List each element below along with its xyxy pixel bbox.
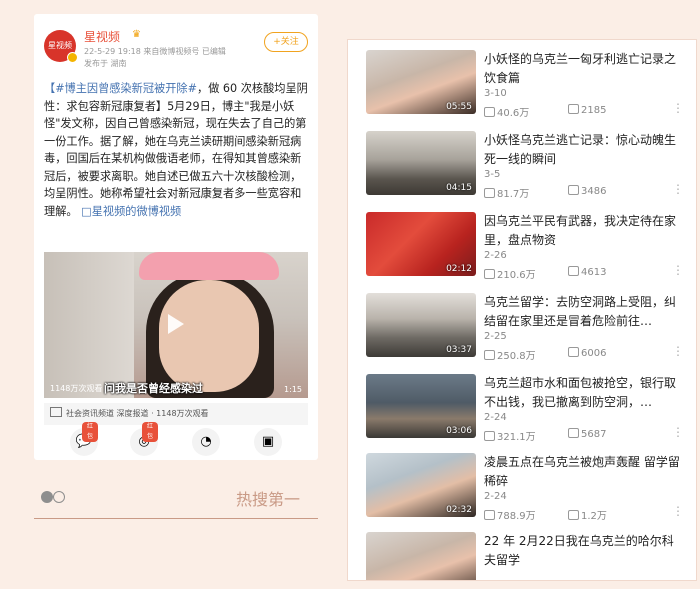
video-date: 3-10 <box>484 88 507 99</box>
weibo-post-card: 星视频 星视频 ♛ 22-5-29 19:18 来自微博视频号 已编辑 发布于 … <box>34 14 318 460</box>
video-thumbnail[interactable]: 02:12 <box>366 212 476 276</box>
video-duration: 02:32 <box>446 505 472 515</box>
post-text: ，做 60 次核酸均呈阴性：求包容新冠康复者】5月29日，博主"我是小妖怪"发文… <box>44 82 308 218</box>
play-count-icon <box>484 510 495 520</box>
post-location: 发布于 湖南 <box>84 59 127 68</box>
video-comments: 4613 <box>568 266 606 278</box>
wechat-share-button[interactable]: 💬 红包 <box>70 422 98 456</box>
video-list-item[interactable]: 04:15 小妖怪乌克兰逃亡记录：惊心动魄生死一线的瞬间 3-5 81.7万 3486 ⋮ <box>366 131 686 200</box>
video-date: 2-25 <box>484 331 507 342</box>
qq-share-button[interactable]: ◔ <box>192 428 220 456</box>
video-subtitle: 问我是否曾经感染过 <box>104 382 203 395</box>
video-person-headband <box>139 252 279 280</box>
qq-icon: ◔ <box>200 434 212 449</box>
video-views: 81.7万 <box>484 185 529 200</box>
moments-share-button[interactable]: ◎ 红包 <box>130 422 158 456</box>
save-icon: ▣ <box>261 434 275 449</box>
video-thumbnail[interactable]: 04:15 <box>366 131 476 195</box>
video-title[interactable]: 乌克兰留学：去防空洞路上受阻，纠结留在家里还是冒着危险前往… <box>484 293 680 331</box>
video-views: 321.1万 <box>484 428 536 443</box>
dot-filled-icon <box>41 491 53 503</box>
red-packet-badge: 红包 <box>82 422 98 442</box>
video-thumbnail[interactable]: 05:55 <box>366 50 476 114</box>
video-title[interactable]: 凌晨五点在乌克兰被炮声轰醒 留学留稀碎 <box>484 453 680 491</box>
comment-icon <box>568 347 579 357</box>
video-thumbnail[interactable]: 02:32 <box>366 453 476 517</box>
more-options-icon[interactable]: ⋮ <box>672 345 684 357</box>
more-options-icon[interactable]: ⋮ <box>672 426 684 438</box>
video-views: 210.6万 <box>484 266 536 281</box>
divider-line <box>34 518 318 519</box>
video-person-face <box>159 280 259 392</box>
save-share-button[interactable]: ▣ <box>254 428 282 456</box>
video-duration: 1:15 <box>284 385 302 394</box>
comment-icon <box>568 428 579 438</box>
video-date: 3-5 <box>484 169 501 180</box>
video-views: 250.8万 <box>484 347 536 362</box>
video-views: 788.9万 <box>484 507 536 522</box>
post-meta: 22-5-29 19:18 来自微博视频号 已编辑 <box>84 47 226 56</box>
more-options-icon[interactable]: ⋮ <box>672 505 684 517</box>
hashtag-link[interactable]: 【#博主因曾感染新冠被开除# <box>44 82 197 95</box>
comment-icon <box>568 185 579 195</box>
video-list-item[interactable]: 03:37 乌克兰留学：去防空洞路上受阻，纠结留在家里还是冒着危险前往… 2-25 2… <box>366 293 686 362</box>
video-list: 05:55 小妖怪的乌克兰一匈牙利逃亡记录之饮食篇 3-10 40.6万 2185 ⋮ 04… <box>347 39 697 581</box>
comment-icon <box>568 266 579 276</box>
video-date: 2-24 <box>484 412 507 423</box>
video-title[interactable]: 小妖怪乌克兰逃亡记录：惊心动魄生死一线的瞬间 <box>484 131 680 169</box>
video-title[interactable]: 乌克兰超市水和面包被抢空，银行取不出钱，我已撤离到防空洞，… <box>484 374 680 412</box>
video-comments: 2185 <box>568 104 606 116</box>
video-date: 2-26 <box>484 250 507 261</box>
more-options-icon[interactable]: ⋮ <box>672 183 684 195</box>
video-list-item[interactable]: 02:32 凌晨五点在乌克兰被炮声轰醒 留学留稀碎 2-24 788.9万 1.2万 ⋮ <box>366 453 686 522</box>
video-source-link[interactable]: □星视频的微博视频 <box>81 205 181 218</box>
video-background <box>44 252 134 398</box>
hot-search-label: 热搜第一 <box>236 490 301 509</box>
comment-icon <box>568 510 579 520</box>
post-header: 星视频 星视频 ♛ 22-5-29 19:18 来自微博视频号 已编辑 发布于 … <box>44 28 308 68</box>
follow-button[interactable]: +关注 <box>264 32 308 52</box>
video-title[interactable]: 小妖怪的乌克兰一匈牙利逃亡记录之饮食篇 <box>484 50 680 88</box>
play-count-icon <box>484 107 495 117</box>
video-date: 2-24 <box>484 491 507 502</box>
video-comments: 6006 <box>568 347 606 359</box>
video-list-item[interactable]: 05:55 小妖怪的乌克兰一匈牙利逃亡记录之饮食篇 3-10 40.6万 2185 ⋮ <box>366 50 686 119</box>
verified-badge-icon <box>67 52 78 63</box>
video-list-item[interactable]: 03:06 乌克兰超市水和面包被抢空，银行取不出钱，我已撤离到防空洞，… 2-24 3… <box>366 374 686 443</box>
video-duration: 03:06 <box>446 426 472 436</box>
video-thumbnail[interactable]: 03:06 <box>366 374 476 438</box>
more-options-icon[interactable]: ⋮ <box>672 264 684 276</box>
video-player[interactable]: 1148万次观看 问我是否曾经感染过 1:15 <box>44 252 308 398</box>
source-text: 社会资讯频道 深度报道 · 1148万次观看 <box>66 409 209 418</box>
author-name[interactable]: 星视频 <box>84 28 120 45</box>
comment-icon <box>568 104 579 114</box>
video-list-item[interactable]: 02:12 因乌克兰平民有武器，我决定待在家里，盘点物资 2-26 210.6万 461… <box>366 212 686 281</box>
red-packet-badge: 红包 <box>142 422 158 442</box>
video-thumbnail[interactable]: 03:37 <box>366 293 476 357</box>
video-duration: 03:37 <box>446 345 472 355</box>
video-duration: 02:12 <box>446 264 472 274</box>
video-duration: 05:55 <box>446 102 472 112</box>
play-count-icon <box>484 188 495 198</box>
video-view-count: 1148万次观看 <box>50 384 103 393</box>
video-thumbnail[interactable] <box>366 532 476 580</box>
video-title[interactable]: 22 年 2月22日我在乌克兰的哈尔科夫留学 <box>484 532 680 570</box>
crown-icon: ♛ <box>132 29 141 40</box>
tv-icon <box>50 407 62 417</box>
video-comments: 3486 <box>568 185 606 197</box>
video-list-item[interactable]: 22 年 2月22日我在乌克兰的哈尔科夫留学 <box>366 532 686 580</box>
video-duration: 04:15 <box>446 183 472 193</box>
play-count-icon <box>484 431 495 441</box>
carousel-dots <box>41 491 65 503</box>
dot-empty-icon <box>53 491 65 503</box>
play-count-icon <box>484 350 495 360</box>
video-comments: 1.2万 <box>568 507 607 522</box>
video-comments: 5687 <box>568 428 606 440</box>
video-views: 40.6万 <box>484 104 529 119</box>
play-icon[interactable] <box>168 314 184 334</box>
video-title[interactable]: 因乌克兰平民有武器，我决定待在家里，盘点物资 <box>484 212 680 250</box>
play-count-icon <box>484 269 495 279</box>
post-body: 【#博主因曾感染新冠被开除#，做 60 次核酸均呈阴性：求包容新冠康复者】5月2… <box>44 80 310 220</box>
more-options-icon[interactable]: ⋮ <box>672 102 684 114</box>
